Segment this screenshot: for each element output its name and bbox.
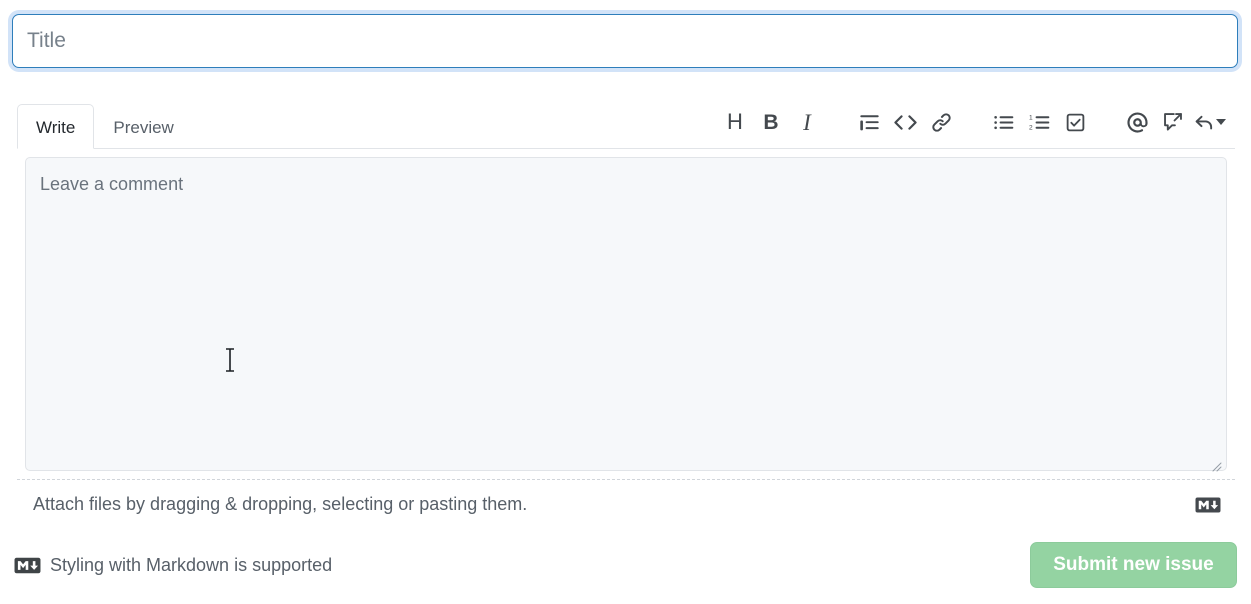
code-icon[interactable]: [887, 105, 923, 139]
tab-write[interactable]: Write: [17, 104, 95, 149]
issue-title-input[interactable]: [12, 14, 1238, 68]
form-actions: Styling with Markdown is supported Submi…: [14, 541, 1237, 589]
link-icon[interactable]: [923, 105, 959, 139]
svg-text:1: 1: [1029, 114, 1033, 121]
attach-files-bar[interactable]: Attach files by dragging & dropping, sel…: [17, 479, 1235, 529]
issue-title-field-wrapper: [12, 14, 1238, 68]
svg-text:2: 2: [1029, 124, 1033, 131]
markdown-supported-label: Styling with Markdown is supported: [50, 554, 333, 575]
bulleted-list-icon[interactable]: [985, 105, 1021, 139]
bold-icon[interactable]: B: [753, 105, 789, 139]
tab-preview[interactable]: Preview: [94, 104, 192, 149]
write-preview-tabnav: Write Preview: [17, 97, 193, 149]
markdown-icon: [14, 557, 41, 574]
toolbar-group-references: [1119, 105, 1227, 139]
task-list-icon[interactable]: [1057, 105, 1093, 139]
chevron-down-icon[interactable]: [1215, 119, 1226, 125]
toolbar-group-text: H B I: [717, 105, 825, 139]
heading-icon[interactable]: H: [717, 105, 753, 139]
submit-new-issue-button[interactable]: Submit new issue: [1030, 542, 1237, 588]
saved-reply-icon[interactable]: [1191, 105, 1227, 139]
heading-glyph: H: [727, 109, 743, 134]
tab-write-label: Write: [36, 118, 76, 137]
toolbar-group-lists: 1 2: [985, 105, 1093, 139]
comment-box: Write Preview H B I 1 2 Leave a comment …: [17, 96, 1235, 530]
tab-preview-label: Preview: [113, 118, 174, 137]
markdown-icon[interactable]: [1195, 497, 1221, 513]
mention-icon[interactable]: [1119, 105, 1155, 139]
numbered-list-icon[interactable]: 1 2: [1021, 105, 1057, 139]
italic-glyph: I: [803, 109, 811, 135]
quote-icon[interactable]: [851, 105, 887, 139]
comment-body: [17, 149, 1235, 479]
markdown-toolbar: H B I 1 2: [717, 96, 1227, 148]
cross-reference-icon[interactable]: [1155, 105, 1191, 139]
comment-textarea[interactable]: [25, 157, 1227, 471]
italic-icon[interactable]: I: [789, 105, 825, 139]
comment-box-header: Write Preview H B I 1 2: [17, 96, 1235, 149]
bold-glyph: B: [763, 110, 779, 134]
markdown-supported-note[interactable]: Styling with Markdown is supported: [14, 555, 332, 576]
new-issue-form: Write Preview H B I: [0, 0, 1251, 604]
attach-files-text: Attach files by dragging & dropping, sel…: [33, 494, 528, 514]
toolbar-group-block: [851, 105, 959, 139]
